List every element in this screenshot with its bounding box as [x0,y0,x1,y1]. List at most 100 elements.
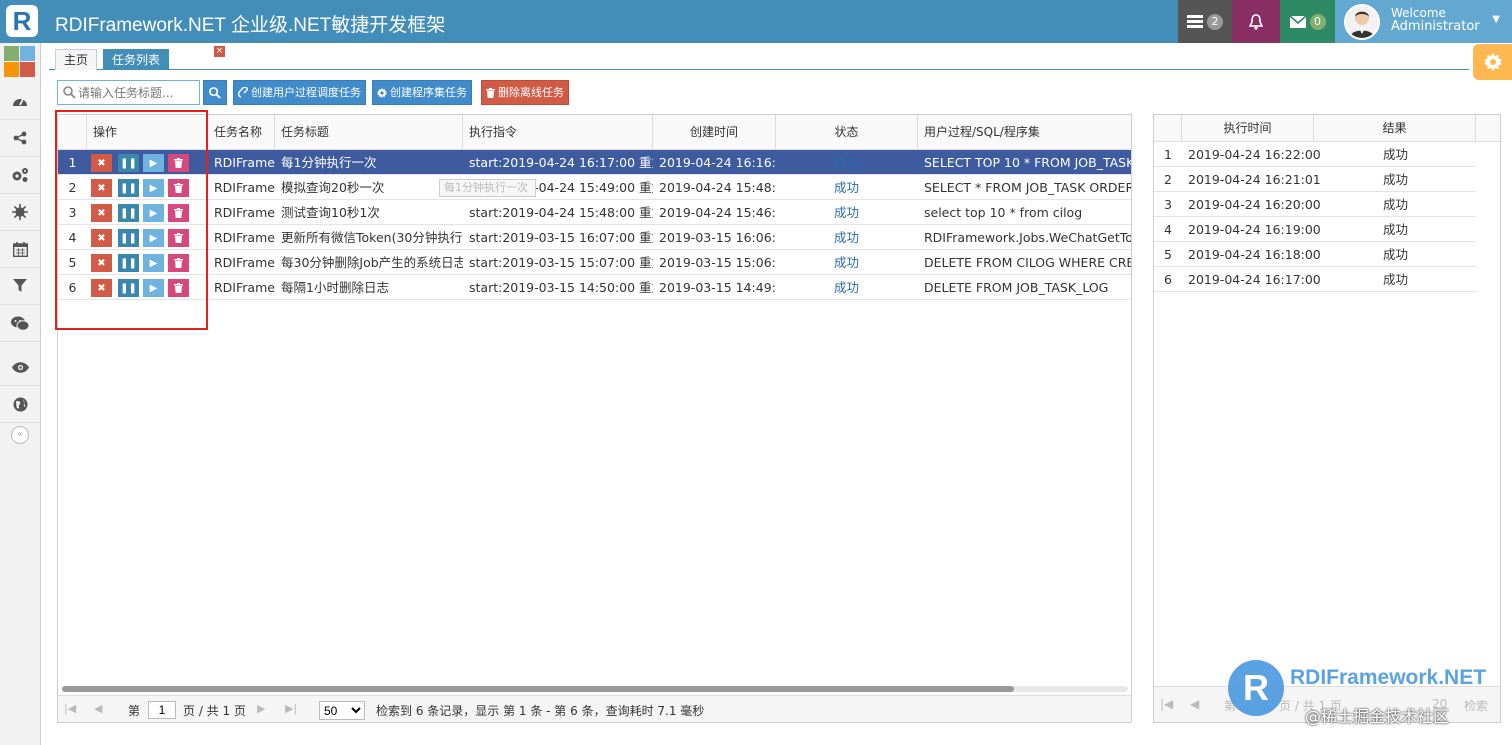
app-logo: R [6,5,38,37]
task-command: start:2019-04-24 15:48:00 重复: [469,205,653,220]
execution-log-grid: 执行时间 结果 1 2019-04-24 16:22:00 成功 2 2019-… [1153,114,1501,723]
table-row[interactable]: 3 ✖ ❚❚ ▶ RDIFramework 测试查询10秒1次 start:20… [58,200,1131,225]
top-navbar: R RDIFramework.NET 企业级.NET敏捷开发框架 2 0 Wel… [0,0,1512,43]
col-task-name[interactable]: 任务名称 [208,115,275,150]
next-page-icon[interactable]: ▶ [257,702,265,715]
search-input[interactable] [78,83,196,102]
sidebar-item-calendar[interactable] [0,231,40,268]
task-title: 每1分钟执行一次 [281,155,377,170]
col-task-title[interactable]: 任务标题 [275,115,463,150]
task-created: 2019-04-24 15:46:47 [659,205,776,220]
sidebar-item-monitor[interactable] [0,349,40,386]
col-status[interactable]: 状态 [776,115,918,150]
col-command[interactable]: 执行指令 [463,115,653,150]
cell-tooltip: 每1分钟执行一次 [439,179,536,197]
task-title: 更新所有微信Token(30分钟执行一次) [281,230,463,245]
sidebar-item-dashboard[interactable] [0,83,40,120]
calendar-icon [12,241,28,257]
page-label: 第 [128,704,141,718]
task-status[interactable]: 成功 [828,275,888,300]
task-status[interactable]: 成功 [828,175,888,200]
col-created[interactable]: 创建时间 [653,115,776,150]
task-status[interactable]: 成功 [828,200,888,225]
exec-time: 2019-04-24 16:22:00 [1188,147,1321,162]
tab-bar: 主页 任务列表 × [49,46,1469,70]
col-procedure[interactable]: 用户过程/SQL/程序集 [918,115,1131,150]
task-command: start:2019-03-15 14:50:00 重复: [469,280,653,295]
sidebar-item-filter[interactable] [0,268,40,305]
prev-page-icon[interactable]: ◀ [94,702,102,715]
table-row[interactable]: 6 ✖ ❚❚ ▶ RDIFramework 每隔1小时删除日志 start:20… [58,275,1131,300]
row-number: 3 [1164,197,1172,212]
task-status[interactable]: 成功 [828,250,888,275]
delete-offline-task-button[interactable]: 删除离线任务 [481,80,569,105]
search-action[interactable]: 检索 [1464,697,1488,714]
task-created: 2019-03-15 16:06:10 [659,230,776,245]
table-row[interactable]: 4 ✖ ❚❚ ▶ RDIFramework 更新所有微信Token(30分钟执行… [58,225,1131,250]
horizontal-scrollbar[interactable] [62,686,1128,692]
task-procedure: RDIFramework.Jobs.WeChatGetToken [924,230,1131,245]
bell-icon [1249,13,1263,30]
table-row[interactable]: 5 ✖ ❚❚ ▶ RDIFramework 每30分钟删除Job产生的系统日志 … [58,250,1131,275]
pager-summary: 检索到 6 条记录，显示 第 1 条 - 第 6 条，查询耗时 7.1 毫秒 [376,704,705,718]
exec-result: 成功 [1383,272,1409,287]
page-number-input[interactable] [148,701,176,719]
bug-icon [12,204,28,220]
shortcuts-grid[interactable] [4,46,36,78]
table-row[interactable]: 1 ✖ ❚❚ ▶ RDIFramework 每1分钟执行一次 start:201… [58,150,1132,175]
list-item[interactable]: 1 2019-04-24 16:22:00 成功 [1154,142,1476,167]
search-button[interactable] [203,80,227,105]
notifications-button[interactable] [1232,0,1280,43]
tab-task-list[interactable]: 任务列表 [103,49,170,70]
prev-page-icon[interactable]: ◀ [1190,697,1199,711]
last-page-icon[interactable]: ▶| [285,702,297,715]
sidebar-item-settings[interactable] [0,157,40,194]
page-total: 页 / 共 1 页 [183,704,246,718]
list-item[interactable]: 4 2019-04-24 16:19:00 成功 [1154,217,1476,242]
task-status[interactable]: 成功 [828,150,888,175]
task-name: RDIFramework [214,280,275,295]
task-name: RDIFramework [214,255,275,270]
sidebar-item-wechat[interactable] [0,305,40,342]
exec-time: 2019-04-24 16:21:01 [1188,172,1321,187]
shortcut-green[interactable] [4,46,19,61]
shortcut-blue[interactable] [20,46,35,61]
exec-time: 2019-04-24 16:17:00 [1188,272,1321,287]
first-page-icon[interactable]: |◀ [64,702,76,715]
col-exec-time[interactable]: 执行时间 [1182,115,1314,142]
shortcut-red[interactable] [20,62,35,77]
col-result[interactable]: 结果 [1314,115,1476,142]
list-item[interactable]: 6 2019-04-24 16:17:00 成功 [1154,267,1476,292]
tab-home[interactable]: 主页 [55,49,98,70]
watermark-juejin: @稀土掘金技术社区 [1305,707,1450,726]
messages-button[interactable]: 0 [1280,0,1335,43]
task-title: 测试查询10秒1次 [281,205,380,220]
task-created: 2019-04-24 16:16:10 [659,155,776,170]
sidebar-item-share[interactable] [0,120,40,157]
list-item[interactable]: 5 2019-04-24 16:18:00 成功 [1154,242,1476,267]
create-procedure-task-button[interactable]: 创建用户过程调度任务 [233,80,366,105]
row-number: 5 [1164,247,1172,262]
share-icon [13,131,27,145]
trash-icon [486,87,495,98]
sidebar-item-globe[interactable] [0,386,40,423]
close-tab-icon[interactable]: × [214,46,225,57]
scrollbar-thumb[interactable] [62,686,1014,692]
tasks-button[interactable]: 2 [1178,0,1232,43]
list-item[interactable]: 3 2019-04-24 16:20:00 成功 [1154,192,1476,217]
first-page-icon[interactable]: |◀ [1160,697,1173,711]
task-procedure: SELECT TOP 10 * FROM JOB_TASK ORDER [924,155,1132,170]
page-size-select[interactable]: 50 [319,701,365,720]
list-item[interactable]: 2 2019-04-24 16:21:01 成功 [1154,167,1476,192]
search-icon [209,86,221,99]
shortcut-orange[interactable] [4,62,19,77]
task-status[interactable]: 成功 [828,225,888,250]
create-assembly-task-button[interactable]: 创建程序集任务 [372,80,472,105]
user-menu[interactable]: Welcome Administrator ▼ [1335,0,1512,43]
task-procedure: select top 10 * from cilog [924,205,1083,220]
table-row[interactable]: 2 ✖ ❚❚ ▶ RDIFramework 模拟查询20秒一次 start:20… [58,175,1131,200]
sidebar-item-virus[interactable] [0,194,40,231]
settings-button[interactable] [1473,44,1512,80]
collapse-sidebar-icon[interactable]: « [11,426,29,444]
dashboard-icon [13,98,27,106]
